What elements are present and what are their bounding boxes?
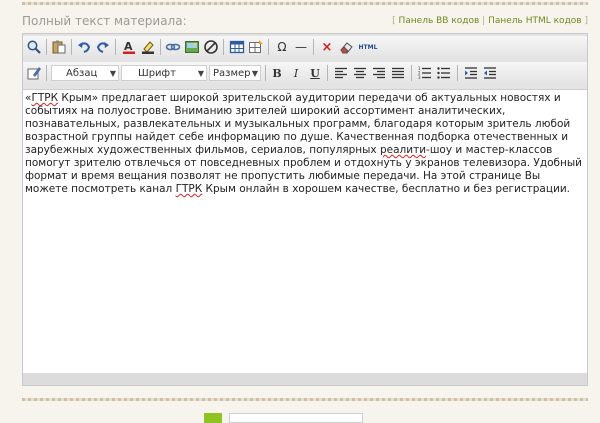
bb-codes-link[interactable]: Панель BB кодов	[398, 16, 479, 26]
content-text: «ГТРК Крым» предлагает широкой зрительск…	[25, 92, 582, 195]
chevron-down-icon: ▼	[251, 69, 258, 78]
undo-icon[interactable]	[75, 38, 93, 56]
toolbar-separator	[268, 39, 269, 55]
chevron-down-icon: ▼	[197, 69, 204, 78]
toolbar-row-1: A Ω — × HTML	[23, 36, 587, 58]
toolbar-separator	[115, 39, 116, 55]
toolbar-separator	[457, 65, 458, 81]
toolbar-separator	[313, 39, 314, 55]
toolbar-separator	[71, 39, 72, 55]
eraser-icon[interactable]	[337, 38, 355, 56]
html-source-icon[interactable]: HTML	[357, 38, 379, 56]
paragraph-format-value: Абзац	[66, 67, 98, 79]
highlight-icon[interactable]	[139, 38, 157, 56]
editor-content-area[interactable]: «ГТРК Крым» предлагает широкой зрительск…	[23, 89, 587, 373]
editor-status-strip	[23, 373, 587, 385]
toolbar-separator	[265, 65, 266, 81]
field-label: Полный текст материала:	[22, 14, 187, 28]
unlink-icon[interactable]	[202, 38, 220, 56]
underline-button[interactable]: U	[306, 64, 324, 82]
table-icon[interactable]	[228, 38, 246, 56]
outdent-icon[interactable]	[481, 64, 499, 82]
remove-format-icon[interactable]: ×	[318, 38, 336, 56]
toolbar-row-2: Абзац ▼ Шрифт ▼ Размер ▼ B I U 123	[23, 62, 587, 84]
bracket-close: ]	[584, 16, 588, 26]
content-word-misspelled: ГТРК	[175, 183, 203, 195]
image-icon[interactable]	[183, 38, 201, 56]
captcha-icon	[204, 413, 222, 423]
font-size-select[interactable]: Размер ▼	[209, 65, 261, 81]
bracket-open: [	[392, 16, 396, 26]
indent-icon[interactable]	[462, 64, 480, 82]
font-size-value: Размер	[213, 67, 251, 79]
decorative-divider-top	[22, 2, 588, 5]
toolbar-separator	[160, 39, 161, 55]
bold-button[interactable]: B	[268, 64, 286, 82]
font-family-value: Шрифт	[138, 67, 176, 79]
font-family-select[interactable]: Шрифт ▼	[121, 65, 207, 81]
align-justify-icon[interactable]	[389, 64, 407, 82]
ordered-list-icon[interactable]: 123	[416, 64, 434, 82]
svg-text:3: 3	[418, 75, 421, 80]
align-right-icon[interactable]	[370, 64, 388, 82]
link-icon[interactable]	[164, 38, 182, 56]
table-insert-icon[interactable]	[247, 38, 265, 56]
paste-icon[interactable]	[50, 38, 68, 56]
edit-style-icon[interactable]	[25, 64, 43, 82]
align-left-icon[interactable]	[332, 64, 350, 82]
link-separator: |	[482, 16, 486, 26]
redo-icon[interactable]	[94, 38, 112, 56]
field-header: Полный текст материала: [ Панель BB кодо…	[22, 14, 588, 30]
special-char-icon[interactable]: Ω	[273, 38, 291, 56]
decorative-divider-bottom	[22, 398, 588, 401]
toolbar-separator	[46, 65, 47, 81]
paragraph-format-select[interactable]: Абзац ▼	[51, 65, 119, 81]
align-center-icon[interactable]	[351, 64, 369, 82]
content-segment: Крым онлайн в хорошем качестве, бесплатн…	[202, 183, 570, 195]
html-codes-link[interactable]: Панель HTML кодов	[488, 16, 582, 26]
unordered-list-icon[interactable]	[435, 64, 453, 82]
preview-icon[interactable]	[25, 38, 43, 56]
chevron-down-icon: ▼	[109, 69, 116, 78]
toolbar-separator	[46, 39, 47, 55]
editor-mode-links: [ Панель BB кодов | Панель HTML кодов ]	[392, 16, 588, 26]
captcha-input[interactable]	[229, 413, 363, 423]
content-word-misspelled: реалити	[379, 144, 427, 156]
svg-text:A: A	[124, 40, 133, 53]
toolbar-separator	[327, 65, 328, 81]
toolbar-separator	[223, 39, 224, 55]
text-color-icon[interactable]: A	[120, 38, 138, 56]
italic-button[interactable]: I	[287, 64, 305, 82]
toolbar-separator	[411, 65, 412, 81]
content-word-misspelled: ГТРК	[31, 92, 59, 104]
wysiwyg-editor: A Ω — × HTML Абзац ▼ Шрифт ▼ Размер ▼ B …	[22, 33, 588, 386]
horizontal-rule-icon[interactable]: —	[292, 38, 310, 56]
